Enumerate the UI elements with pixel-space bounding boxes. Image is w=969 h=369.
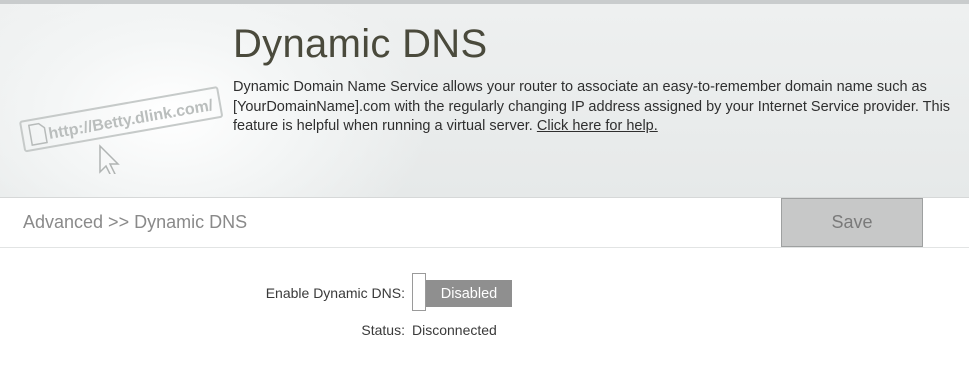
breadcrumb: Advanced >> Dynamic DNS (23, 212, 248, 232)
breadcrumb-bar: Advanced >> Dynamic DNS Save (0, 198, 969, 248)
status-label: Status: (361, 322, 405, 338)
toggle-knob[interactable] (412, 273, 426, 311)
enable-dynamic-dns-label: Enable Dynamic DNS: (265, 285, 405, 301)
save-button[interactable]: Save (781, 198, 923, 247)
status-value: Disconnected (412, 322, 497, 338)
enable-dynamic-dns-toggle[interactable]: Disabled (412, 273, 512, 311)
page-title: Dynamic DNS (233, 22, 488, 66)
page-description: Dynamic Domain Name Service allows your … (233, 78, 953, 137)
help-link[interactable]: Click here for help. (537, 118, 658, 134)
header-banner: http://Betty.dlink.com/ Dynamic DNS Dyna… (0, 4, 969, 198)
url-illustration-text: http://Betty.dlink.com/ (47, 97, 215, 143)
toggle-state-label: Disabled (426, 280, 512, 307)
url-illustration-icon: http://Betty.dlink.com/ (19, 86, 223, 174)
